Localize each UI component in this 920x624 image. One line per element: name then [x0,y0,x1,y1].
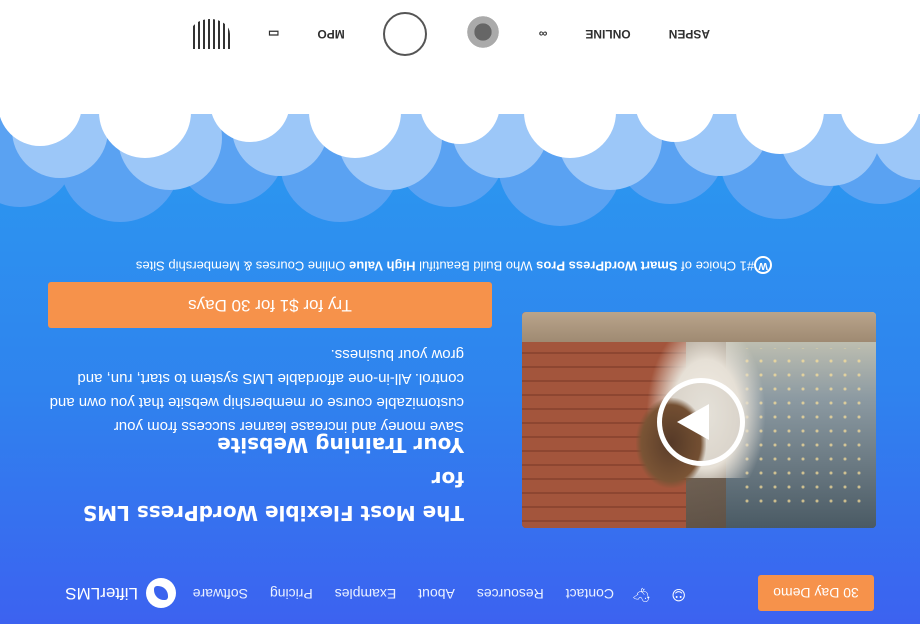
nav-examples[interactable]: Examples [335,586,396,602]
user-icon[interactable]: ☺ [671,586,686,602]
brand-logo-beast [464,14,501,54]
hero-tagline: W#1 Choice of Smart WordPress Pros Who B… [110,256,810,274]
brand-logo-online: ONLINE [585,27,631,41]
top-navigation: LifterLMS Software Pricing Examples Abou… [0,564,920,624]
hero-headline: The Most Flexible WordPress LMS for Your… [44,428,464,530]
wordpress-icon: W [754,256,773,274]
brand-logo-aspen: ASPEN [668,27,710,41]
brand-logo-infinity: ∞ [538,27,548,41]
twitter-icon[interactable]: 🐦︎ [632,586,650,602]
demo-video[interactable] [522,312,876,528]
nav-pricing[interactable]: Pricing [270,586,313,602]
video-desk [522,312,876,342]
demo-button[interactable]: 30 Day Demo [758,575,874,611]
nav-contact[interactable]: Contact [566,586,614,602]
nav-software[interactable]: Software [193,586,248,602]
hero-section: LifterLMS Software Pricing Examples Abou… [0,104,920,624]
nav-resources[interactable]: Resources [477,586,544,602]
nav-about[interactable]: About [418,586,455,602]
tagline-bold-1: Smart WordPress Pros [536,258,678,274]
brand-logo-mpo: MPO [317,27,345,41]
clouds-decoration [0,104,920,226]
hero-subtext: Save money and increase learner success … [49,346,464,435]
page-root: LifterLMS Software Pricing Examples Abou… [0,0,920,624]
customer-logos: ASPEN ONLINE ∞ MPO ▭ [190,6,710,62]
headline-line-1: The Most Flexible WordPress LMS for [82,467,464,525]
tagline-prefix: #1 Choice of [677,258,755,274]
brand-logo-fringe [190,19,231,49]
tagline-suffix: Online Courses & Membership Sites [135,258,350,274]
nav-links: Software Pricing Examples About Resource… [193,564,686,624]
trial-cta-button[interactable]: Try for $1 for 30 Days [48,282,492,328]
lifterlms-logo-icon [146,578,176,608]
logo-text: LifterLMS [65,584,138,603]
site-logo[interactable]: LifterLMS [16,576,176,610]
tagline-mid: Who Build Beautiful [415,258,537,274]
tagline-bold-2: High Value [349,258,416,274]
play-icon[interactable] [657,378,745,466]
brand-logo-seal [382,12,427,56]
brand-logo-car: ▭ [268,27,280,41]
